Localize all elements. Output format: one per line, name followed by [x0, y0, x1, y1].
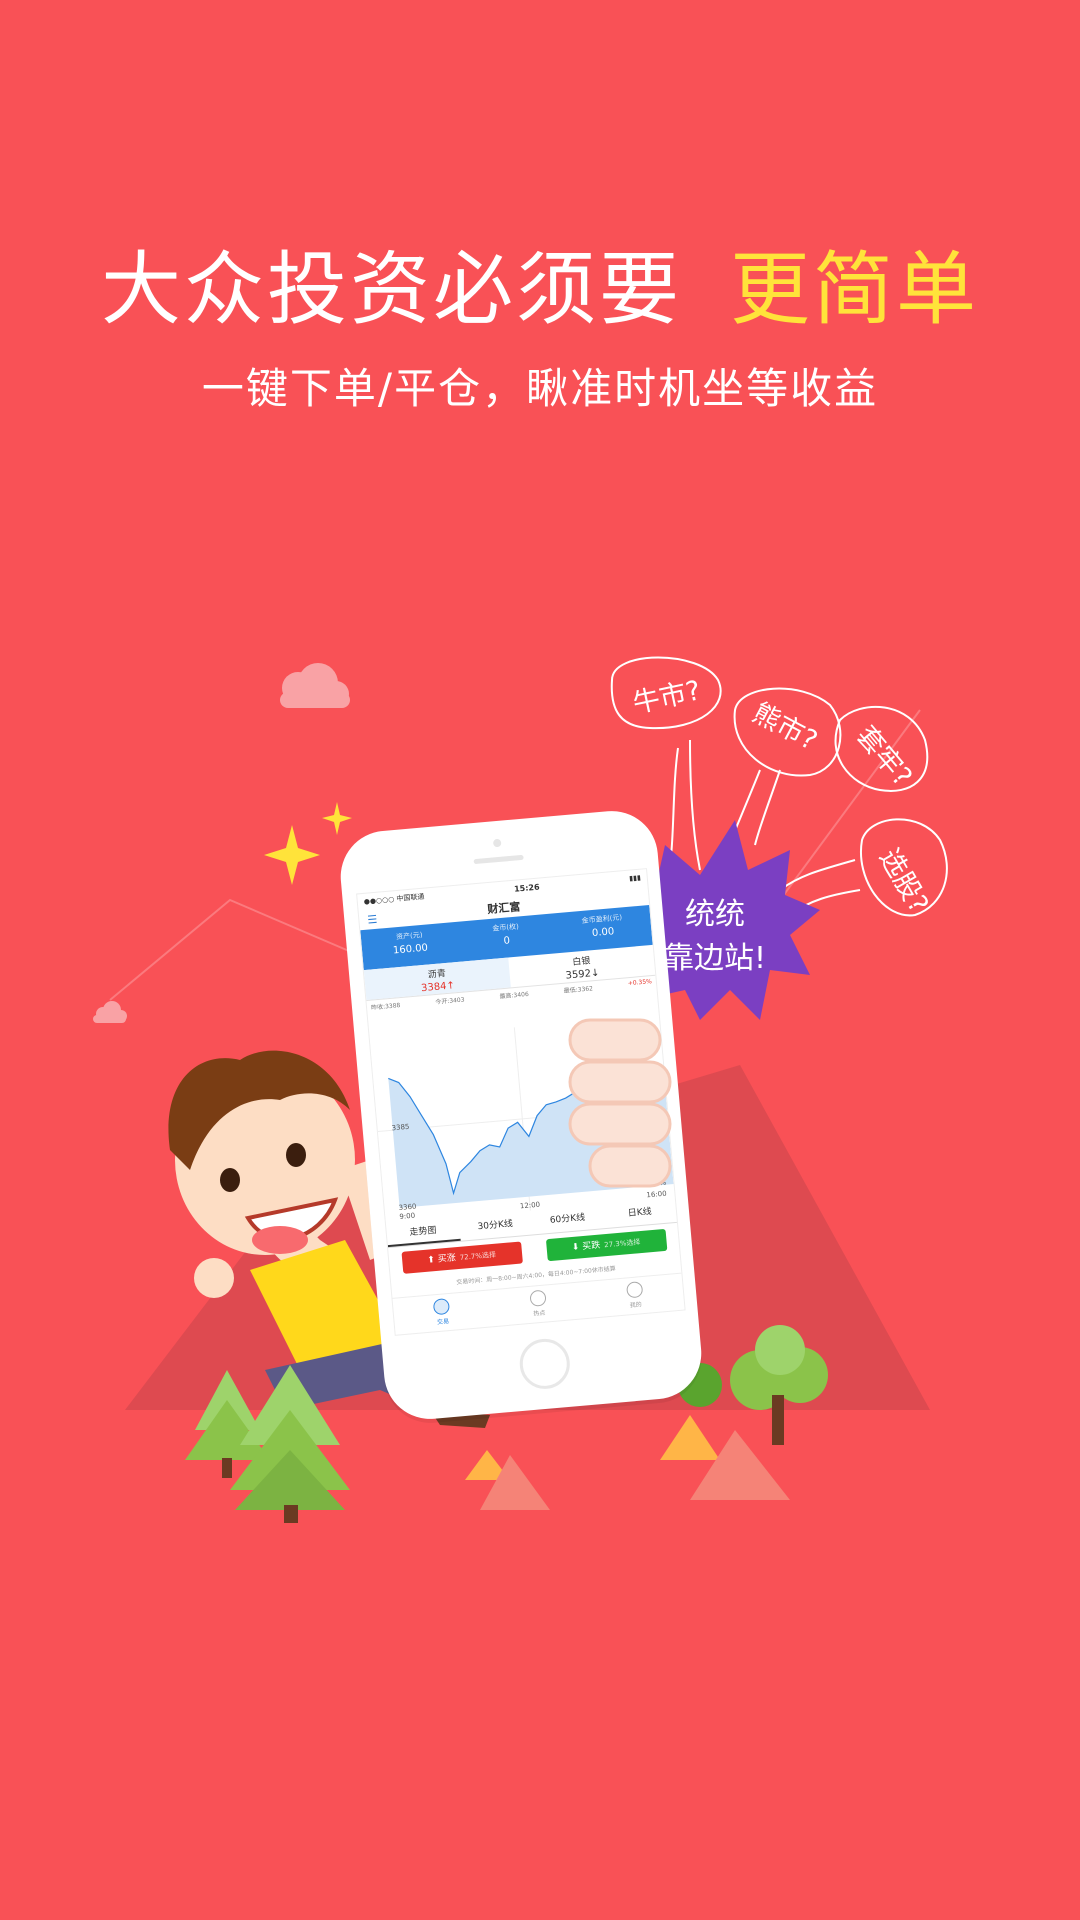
chart-label-y-top: 3385: [391, 1123, 409, 1133]
flame-icon: [529, 1289, 547, 1307]
buy-up-button[interactable]: ⬆ 买涨 72.7%选择: [400, 1241, 523, 1274]
app-title: 财汇富: [486, 900, 521, 917]
tab-daily[interactable]: 日K线: [603, 1198, 677, 1228]
tab-30min[interactable]: 30分K线: [458, 1211, 532, 1241]
burst-text: 统统 靠边站!: [663, 897, 767, 976]
chart-label-x-start: 9:00: [399, 1212, 415, 1221]
tabbar-trade[interactable]: 交易: [393, 1290, 492, 1334]
home-button: [517, 1336, 572, 1391]
battery-icon: ▮▮▮: [628, 873, 642, 883]
cloud-icon: [280, 663, 350, 708]
tabbar-me[interactable]: 我的: [585, 1274, 684, 1318]
sparkle-icon: [264, 825, 320, 885]
chart-label-y-bottom: 3360: [398, 1202, 416, 1212]
buy-down-button[interactable]: ⬇ 买跌 27.3%选择: [545, 1228, 667, 1262]
camera-icon: [492, 838, 502, 848]
tab-trend[interactable]: 走势图: [385, 1216, 461, 1248]
cloud-icon: [93, 1001, 127, 1023]
user-icon: [625, 1281, 644, 1299]
status-time: 15:26: [513, 882, 540, 894]
hand: [568, 1018, 672, 1188]
menu-icon[interactable]: ☰: [367, 913, 378, 927]
tab-60min[interactable]: 60分K线: [530, 1204, 604, 1234]
trade-icon: [433, 1297, 451, 1316]
sparkle-icon: [322, 802, 352, 835]
tabbar-hot[interactable]: 热点: [489, 1282, 588, 1326]
earpiece: [473, 854, 524, 865]
